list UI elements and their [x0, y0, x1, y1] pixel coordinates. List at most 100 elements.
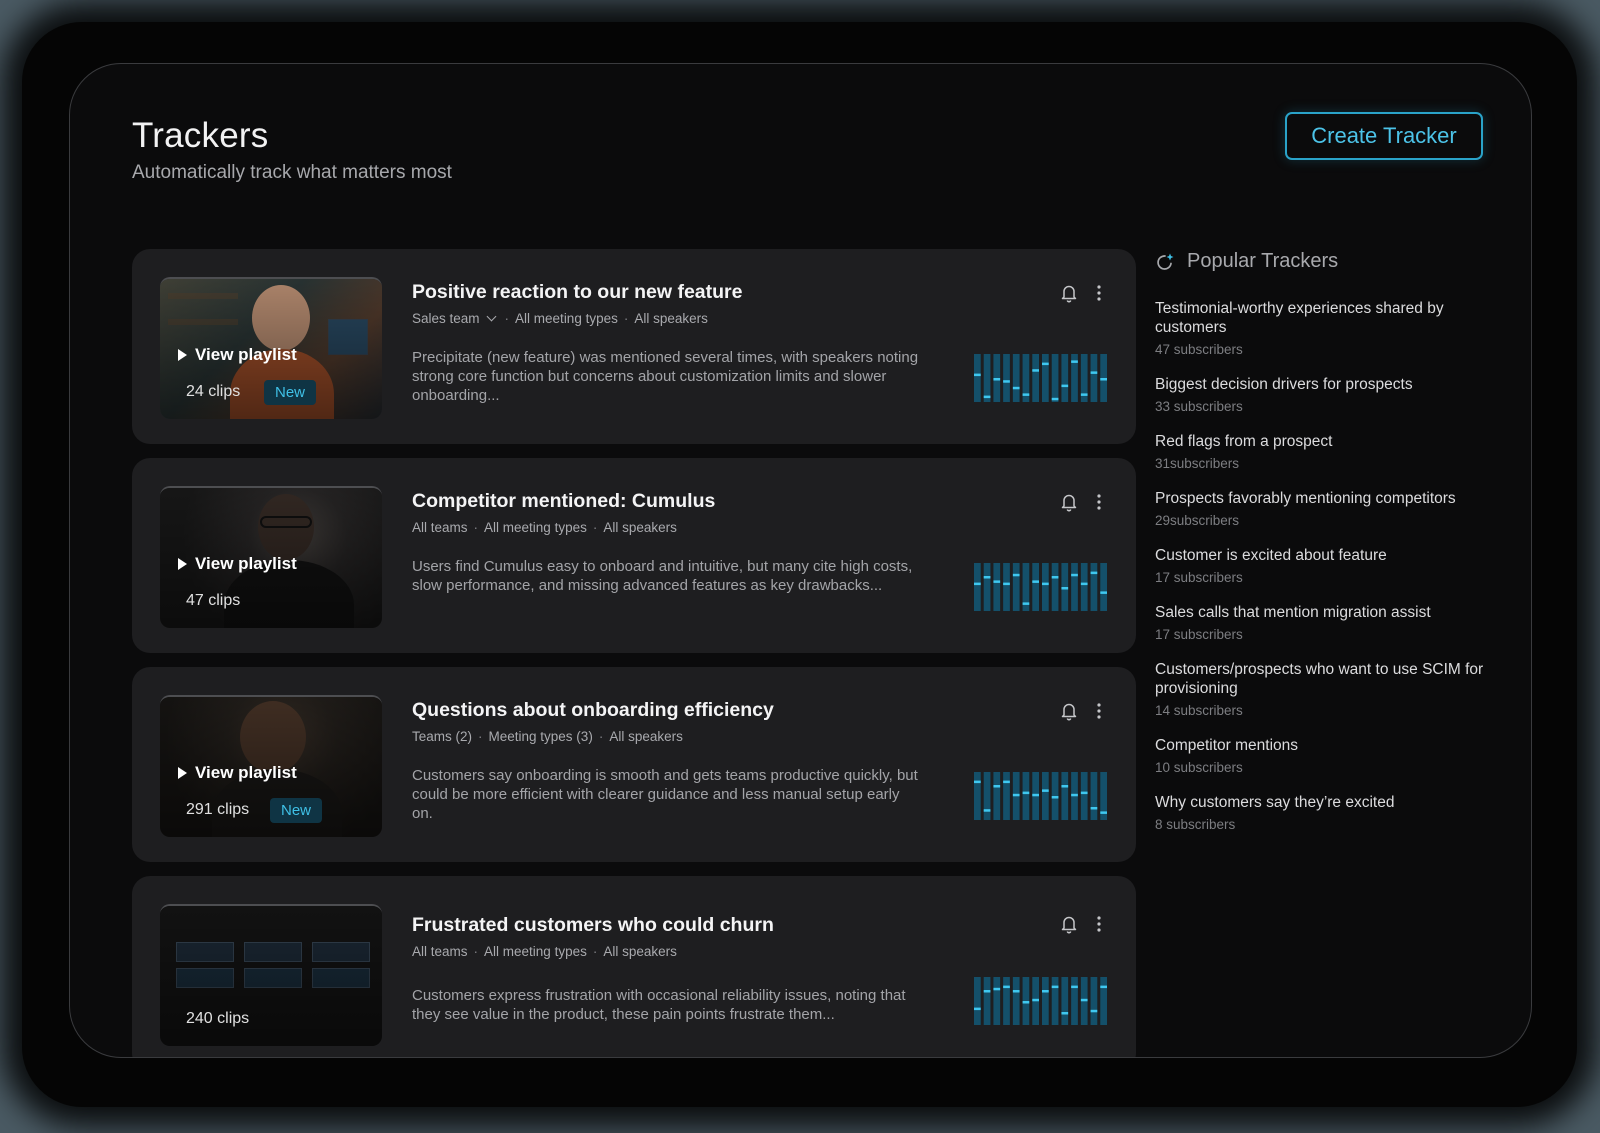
- popular-tracker-item[interactable]: Red flags from a prospect 31subscribers: [1155, 432, 1485, 471]
- spark-value-marker: [1003, 582, 1010, 586]
- popular-tracker-name: Red flags from a prospect: [1155, 433, 1333, 450]
- clip-count: 47 clips: [186, 592, 241, 609]
- spark-value-marker: [1100, 985, 1107, 989]
- tracker-card[interactable]: 240 clips Frustrated customers who could…: [132, 876, 1136, 1057]
- popular-tracker-item[interactable]: Why customers say they’re excited 8 subsc…: [1155, 793, 1485, 832]
- spark-value-marker: [1061, 587, 1069, 590]
- tracker-title[interactable]: Positive reaction to our new feature: [412, 281, 743, 304]
- spark-bar: [1061, 354, 1069, 402]
- clip-count: 240 clips: [186, 1010, 250, 1027]
- popular-tracker-item[interactable]: Testimonial-worthy experiences shared by…: [1155, 299, 1485, 357]
- spark-value-marker: [983, 990, 991, 993]
- spark-value-marker: [1080, 393, 1088, 396]
- more-options-icon[interactable]: [1096, 492, 1102, 512]
- tracker-list: View playlist 24 clips New Positive reac…: [132, 249, 1136, 1057]
- bell-icon[interactable]: [1060, 283, 1078, 303]
- spark-value-marker: [1090, 1009, 1098, 1013]
- spark-bar: [1042, 563, 1049, 611]
- spark-bar: [974, 977, 981, 1025]
- playlist-thumbnail[interactable]: 240 clips: [160, 904, 382, 1046]
- subscriber-count: 31subscribers: [1155, 456, 1240, 471]
- popular-tracker-item[interactable]: Competitor mentions 10 subscribers: [1155, 736, 1485, 775]
- spark-value-marker: [1071, 360, 1078, 363]
- meeting-types-label: All meeting types: [484, 944, 587, 959]
- spark-bar: [974, 354, 981, 402]
- create-tracker-button[interactable]: Create Tracker: [1285, 112, 1483, 160]
- spark-bar: [1071, 563, 1078, 611]
- subscriber-count: 17 subscribers: [1155, 627, 1243, 642]
- spark-bar: [1003, 354, 1010, 402]
- tracker-card[interactable]: View playlist 291 clips New Questions ab…: [132, 667, 1136, 862]
- popular-tracker-item[interactable]: Biggest decision drivers for prospects 33…: [1155, 375, 1485, 414]
- tracker-card[interactable]: View playlist 24 clips New Positive reac…: [132, 249, 1136, 444]
- spark-value-marker: [1080, 791, 1088, 795]
- spark-value-marker: [993, 580, 1001, 583]
- more-options-icon[interactable]: [1096, 283, 1102, 303]
- meeting-types-label: All meeting types: [484, 520, 587, 535]
- separator-dot: ·: [598, 729, 604, 744]
- popular-tracker-item[interactable]: Sales calls that mention migration assis…: [1155, 603, 1485, 642]
- sparkle-refresh-icon: [1157, 253, 1174, 270]
- spark-value-marker: [1032, 793, 1039, 797]
- spark-value-marker: [1080, 582, 1088, 586]
- popular-tracker-item[interactable]: Customers/prospects who want to use SCIM…: [1155, 660, 1485, 718]
- tracker-meta: Teams (2) · Meeting types (3) · All spea…: [412, 729, 683, 744]
- view-playlist-link[interactable]: View playlist: [178, 554, 297, 574]
- meeting-types-label: All meeting types: [515, 311, 618, 326]
- bell-icon[interactable]: [1060, 914, 1078, 934]
- chevron-down-icon[interactable]: [486, 311, 496, 322]
- spark-value-marker: [1012, 573, 1020, 577]
- app-window: Trackers Automatically track what matter…: [69, 63, 1532, 1058]
- more-options-icon[interactable]: [1096, 914, 1102, 934]
- spark-bar: [983, 563, 991, 611]
- page-subtitle: Automatically track what matters most: [132, 162, 452, 183]
- popular-tracker-name: Biggest decision drivers for prospects: [1155, 376, 1413, 393]
- playlist-thumbnail[interactable]: View playlist 47 clips: [160, 486, 382, 628]
- playlist-thumbnail[interactable]: View playlist 291 clips New: [160, 695, 382, 837]
- spark-value-marker: [1061, 1012, 1069, 1015]
- popular-tracker-item[interactable]: Customer is excited about feature 17 subs…: [1155, 546, 1485, 585]
- spark-bar: [1012, 977, 1020, 1025]
- activity-sparkline: [974, 772, 1107, 820]
- tracker-title[interactable]: Questions about onboarding efficiency: [412, 699, 774, 722]
- clip-count: 291 clips: [186, 801, 250, 818]
- more-options-icon[interactable]: [1096, 701, 1102, 721]
- playlist-thumbnail[interactable]: View playlist 24 clips New: [160, 277, 382, 419]
- bell-icon[interactable]: [1060, 492, 1078, 512]
- spark-value-marker: [1022, 602, 1030, 605]
- spark-value-marker: [983, 576, 991, 579]
- spark-bar: [1051, 354, 1059, 402]
- spark-value-marker: [1012, 990, 1020, 993]
- spark-bar: [1032, 563, 1039, 611]
- tracker-title[interactable]: Frustrated customers who could churn: [412, 914, 774, 937]
- spark-value-marker: [1100, 378, 1107, 381]
- tracker-description: Customers say onboarding is smooth and g…: [412, 767, 918, 822]
- speakers-label: All speakers: [609, 729, 683, 744]
- spark-value-marker: [1080, 998, 1088, 1002]
- spark-value-marker: [1003, 380, 1010, 383]
- view-playlist-link[interactable]: View playlist: [178, 345, 297, 365]
- spark-value-marker: [993, 785, 1001, 788]
- spark-bar: [1042, 772, 1049, 820]
- bell-icon[interactable]: [1060, 701, 1078, 721]
- team-filter[interactable]: Sales team: [412, 311, 480, 326]
- popular-tracker-item[interactable]: Prospects favorably mentioning competito…: [1155, 489, 1485, 528]
- spark-value-marker: [1032, 580, 1039, 583]
- tracker-card[interactable]: View playlist 47 clips Competitor mentio…: [132, 458, 1136, 653]
- spark-value-marker: [1022, 393, 1030, 396]
- tracker-title[interactable]: Competitor mentioned: Cumulus: [412, 490, 715, 513]
- popular-tracker-name: Customer is excited about feature: [1155, 547, 1387, 564]
- spark-bar: [1090, 977, 1098, 1025]
- view-playlist-link[interactable]: View playlist: [178, 763, 297, 783]
- popular-trackers-title: Popular Trackers: [1187, 250, 1339, 272]
- spark-value-marker: [1061, 384, 1069, 388]
- subscriber-count: 29subscribers: [1155, 513, 1240, 528]
- spark-bar: [1090, 563, 1098, 611]
- view-playlist-label: View playlist: [195, 554, 297, 573]
- spark-bar: [1071, 977, 1078, 1025]
- spark-value-marker: [1051, 985, 1059, 989]
- subscriber-count: 47 subscribers: [1155, 342, 1243, 357]
- popular-tracker-name: Competitor mentions: [1155, 737, 1299, 754]
- spark-value-marker: [1090, 371, 1098, 374]
- spark-value-marker: [1100, 591, 1107, 594]
